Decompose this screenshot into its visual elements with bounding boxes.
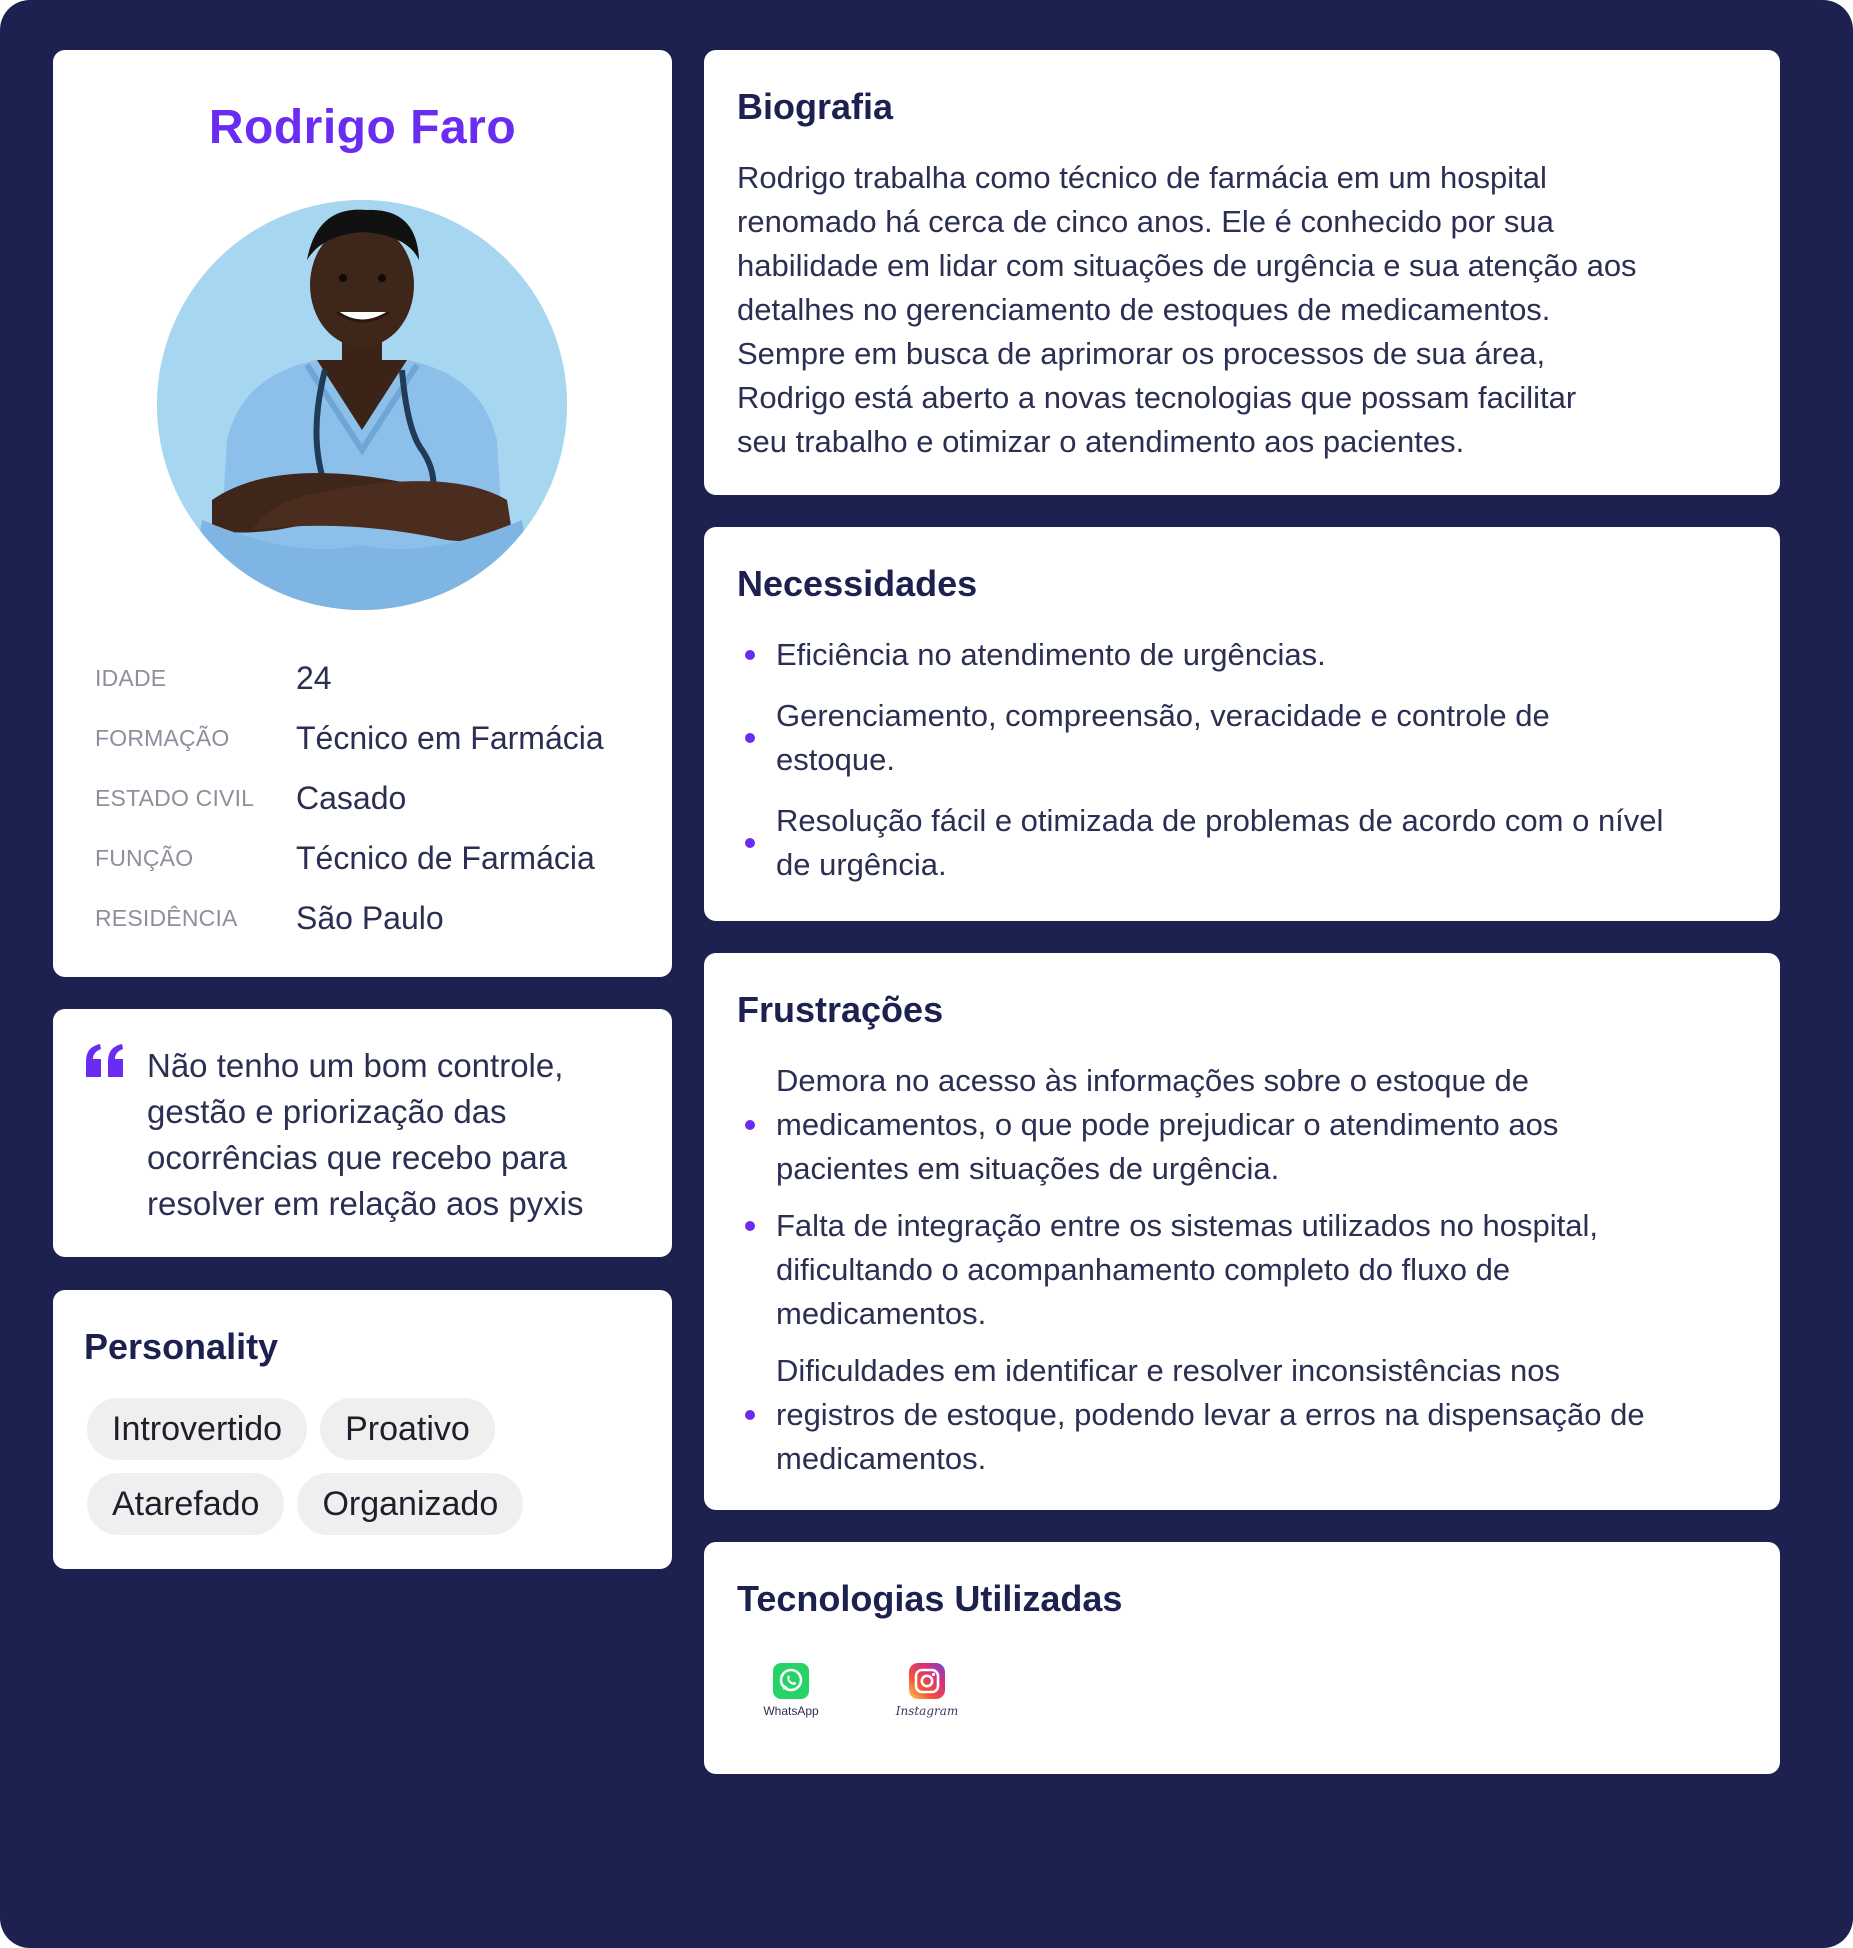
list-item: Dificuldades em identificar e resolver i… — [737, 1349, 1747, 1481]
needs-list: Eficiência no atendimento de urgências. … — [737, 633, 1747, 904]
bullet-dot-icon — [745, 733, 755, 743]
fact-row-age: IDADE 24 — [95, 648, 655, 708]
list-item-line: registros de estoque, podendo levar a er… — [776, 1397, 1645, 1432]
biography-line: detalhes no gerenciamento de estoques de… — [737, 292, 1551, 327]
list-item-line: medicamentos, o que pode prejudicar o at… — [776, 1107, 1559, 1142]
needs-card: Necessidades Eficiência no atendimento d… — [704, 527, 1780, 921]
list-item-line: Eficiência no atendimento de urgências. — [776, 637, 1326, 672]
technologies-title: Tecnologias Utilizadas — [737, 1578, 1123, 1619]
biography-line: Rodrigo trabalha como técnico de farmáci… — [737, 160, 1547, 195]
frustrations-title: Frustrações — [737, 989, 944, 1030]
bullet-dot-icon — [745, 1120, 755, 1130]
list-item: Eficiência no atendimento de urgências. — [737, 633, 1747, 677]
quote-line: Não tenho um bom controle, — [147, 1047, 564, 1084]
list-item: Resolução fácil e otimizada de problemas… — [737, 799, 1747, 887]
list-item-line: Dificuldades em identificar e resolver i… — [776, 1353, 1560, 1388]
list-item-text: Resolução fácil e otimizada de problemas… — [776, 799, 1663, 887]
tech-item-whatsapp: WhatsApp — [759, 1662, 823, 1718]
fact-label: IDADE — [95, 664, 167, 691]
personality-title: Personality — [84, 1326, 279, 1367]
bullet-dot-icon — [745, 1410, 755, 1420]
list-item-line: estoque. — [776, 742, 895, 777]
personality-tag: Organizado — [297, 1473, 524, 1535]
fact-row-residence: RESIDÊNCIA São Paulo — [95, 888, 655, 948]
list-item-line: Gerenciamento, compreensão, veracidade e… — [776, 698, 1550, 733]
list-item-line: pacientes em situações de urgência. — [776, 1151, 1280, 1186]
biography-line: Rodrigo está aberto a novas tecnologias … — [737, 380, 1577, 415]
bullet-dot-icon — [745, 838, 755, 848]
fact-value: Casado — [296, 779, 407, 816]
needs-title: Necessidades — [737, 563, 978, 604]
personality-card: Personality Introvertido Proativo Ataref… — [53, 1290, 672, 1569]
list-item: Demora no acesso às informações sobre o … — [737, 1059, 1747, 1191]
avatar — [157, 200, 567, 610]
quote-line: gestão e priorização das — [147, 1093, 507, 1130]
biography-line: Sempre em busca de aprimorar os processo… — [737, 336, 1546, 371]
tech-item-instagram: Instagram — [895, 1662, 959, 1718]
fact-value: São Paulo — [296, 899, 444, 936]
persona-board: Rodrigo Faro IDADE 24 FORMAÇÃO Técnico e… — [0, 0, 1853, 1948]
personality-tag: Atarefado — [87, 1473, 285, 1535]
instagram-icon — [909, 1663, 945, 1699]
fact-label: RESIDÊNCIA — [95, 904, 238, 931]
fact-value: 24 — [296, 659, 332, 696]
quote-line: ocorrências que recebo para — [147, 1139, 568, 1176]
quote-text: Não tenho um bom controle, gestão e prio… — [147, 1043, 647, 1227]
quote-line: resolver em relação aos pyxis — [147, 1185, 584, 1222]
list-item-text: Eficiência no atendimento de urgências. — [776, 633, 1326, 677]
avatar-photo — [157, 200, 567, 610]
profile-card: Rodrigo Faro IDADE 24 FORMAÇÃO Técnico e… — [53, 50, 672, 977]
fact-label: ESTADO CIVIL — [95, 784, 255, 811]
list-item-line: medicamentos. — [776, 1296, 987, 1331]
personality-tag: Proativo — [320, 1398, 495, 1460]
list-item: Gerenciamento, compreensão, veracidade e… — [737, 694, 1747, 782]
tech-label: Instagram — [895, 1704, 959, 1718]
bullet-dot-icon — [745, 650, 755, 660]
biography-line: habilidade em lidar com situações de urg… — [737, 248, 1637, 283]
bullet-dot-icon — [745, 1221, 755, 1231]
quote-icon — [86, 1044, 123, 1077]
list-item-text: Dificuldades em identificar e resolver i… — [776, 1349, 1645, 1481]
fact-row-role: FUNÇÃO Técnico de Farmácia — [95, 828, 655, 888]
biography-text: Rodrigo trabalha como técnico de farmáci… — [737, 156, 1727, 464]
biography-line: seu trabalho e otimizar o atendimento ao… — [737, 424, 1465, 459]
list-item-line: medicamentos. — [776, 1441, 987, 1476]
personality-tag: Introvertido — [87, 1398, 308, 1460]
list-item-line: Falta de integração entre os sistemas ut… — [776, 1208, 1598, 1243]
list-item-text: Falta de integração entre os sistemas ut… — [776, 1204, 1598, 1336]
list-item-text: Gerenciamento, compreensão, veracidade e… — [776, 694, 1550, 782]
biography-title: Biografia — [737, 86, 894, 127]
fact-value: Técnico de Farmácia — [296, 839, 595, 876]
list-item-line: dificultando o acompanhamento completo d… — [776, 1252, 1511, 1287]
fact-label: FUNÇÃO — [95, 844, 194, 871]
fact-label: FORMAÇÃO — [95, 724, 230, 751]
quote-card: Não tenho um bom controle, gestão e prio… — [53, 1009, 672, 1257]
profile-facts: IDADE 24 FORMAÇÃO Técnico em Farmácia ES… — [95, 648, 655, 948]
whatsapp-icon — [773, 1663, 809, 1699]
tech-label: WhatsApp — [763, 1704, 819, 1718]
fact-value: Técnico em Farmácia — [296, 719, 604, 756]
biography-line: renomado há cerca de cinco anos. Ele é c… — [737, 204, 1554, 239]
list-item-line: Demora no acesso às informações sobre o … — [776, 1063, 1530, 1098]
fact-row-education: FORMAÇÃO Técnico em Farmácia — [95, 708, 655, 768]
list-item-text: Demora no acesso às informações sobre o … — [776, 1059, 1558, 1191]
list-item: Falta de integração entre os sistemas ut… — [737, 1204, 1747, 1336]
persona-name: Rodrigo Faro — [208, 101, 517, 154]
frustrations-list: Demora no acesso às informações sobre o … — [737, 1059, 1747, 1494]
frustrations-card: Frustrações Demora no acesso às informaç… — [704, 953, 1780, 1510]
fact-row-marital-status: ESTADO CIVIL Casado — [95, 768, 655, 828]
personality-tags: Introvertido Proativo Atarefado Organiza… — [87, 1398, 647, 1535]
technologies-card: Tecnologias Utilizadas WhatsApp Instagra… — [704, 1542, 1780, 1774]
technologies-list: WhatsApp Instagram — [759, 1662, 959, 1718]
list-item-line: Resolução fácil e otimizada de problemas… — [776, 803, 1664, 838]
biography-card: Biografia Rodrigo trabalha como técnico … — [704, 50, 1780, 495]
list-item-line: de urgência. — [776, 847, 947, 882]
